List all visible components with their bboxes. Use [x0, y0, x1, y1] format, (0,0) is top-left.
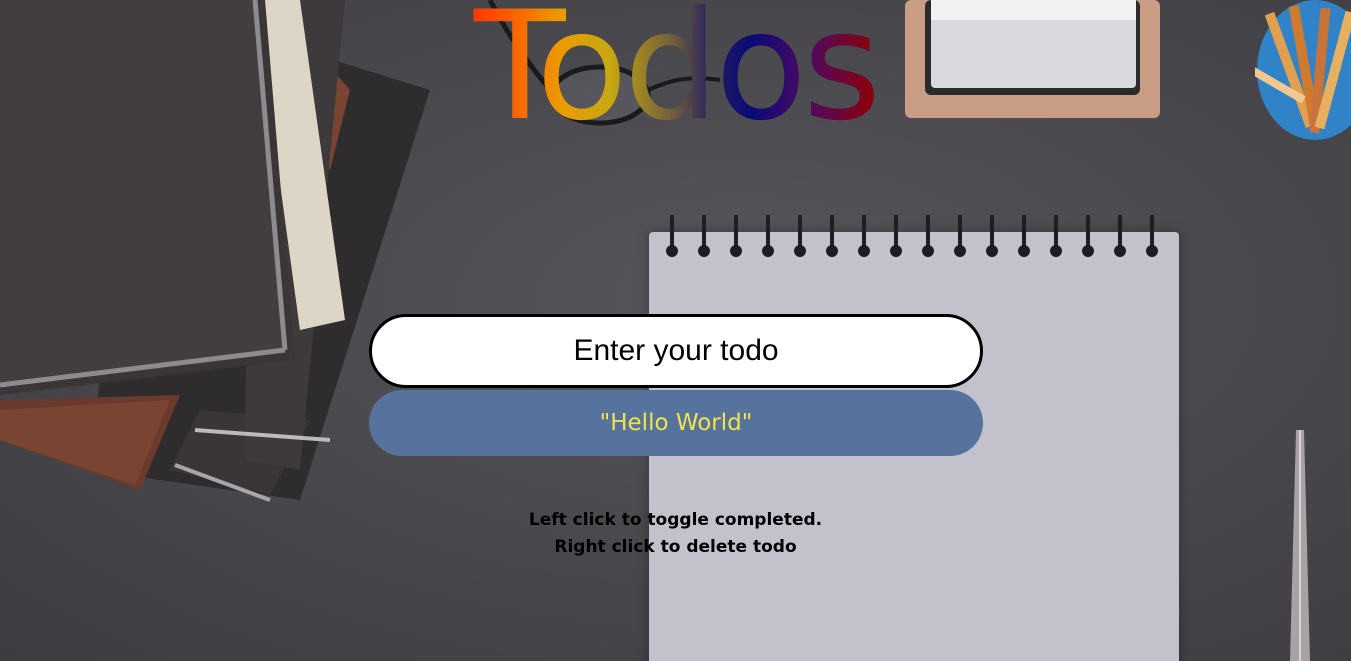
app-title-text: Todos — [436, 0, 916, 142]
instructions-line-delete: Right click to delete todo — [554, 537, 797, 557]
todo-input[interactable] — [369, 314, 983, 388]
todo-item-text: "Hello World" — [599, 410, 753, 436]
instructions: Left click to toggle completed. Right cl… — [0, 507, 1351, 561]
app-title: Todos — [0, 0, 1351, 142]
instructions-line-toggle: Left click to toggle completed. — [528, 510, 823, 530]
notepad-rings-decoration — [666, 215, 1158, 257]
todo-item[interactable]: "Hello World" — [369, 390, 983, 456]
